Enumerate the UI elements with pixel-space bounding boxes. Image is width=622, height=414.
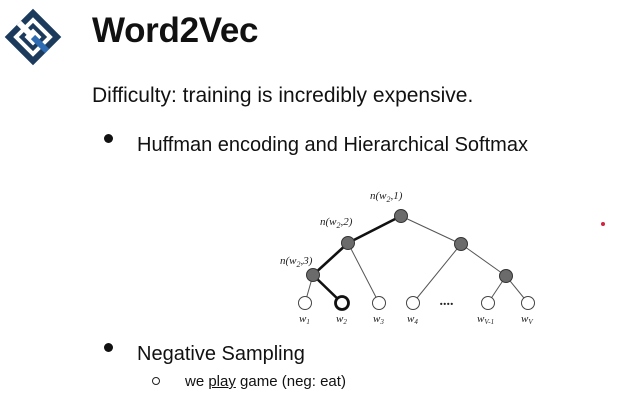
node-mid [341,236,355,250]
slide-title: Word2Vec [92,11,259,50]
node-root [394,209,408,223]
leaf-ellipsis: .... [440,294,454,309]
bullet-dot-icon [104,343,113,352]
bullet-huffman: Huffman encoding and Hierarchical Softma… [137,134,528,156]
leaf-label-w1: w1 [299,313,310,326]
intro-text: Difficulty: training is incredibly expen… [92,84,474,107]
bullet-negative-sampling: Negative Sampling [137,343,305,365]
leaf-label-wv: wV [521,313,533,326]
label-mid: n(w2,2) [320,216,353,230]
hierarchical-softmax-tree: n(w2,1) n(w2,2) n(w2,3) w1 w2 w3 w4 wV-1… [280,190,535,326]
leaf-label-w3: w3 [373,313,384,326]
leaf-w1 [298,296,312,310]
leaf-label-wv-1: wV-1 [477,313,494,326]
leaf-label-w2: w2 [336,313,347,326]
leaf-w2 [334,295,350,311]
label-low: n(w2,3) [280,255,313,269]
sub-text-underlined: play [208,373,236,390]
sub-text-before: we [185,373,209,390]
leaf-label-w4: w4 [407,313,418,326]
brand-logo-icon [4,8,62,66]
node-right-low [499,269,513,283]
slide: Word2Vec Difficulty: training is incredi… [0,0,622,414]
node-right [454,237,468,251]
leaf-w3 [372,296,386,310]
node-low [306,268,320,282]
sub-text-after: game (neg: eat) [235,373,346,390]
bullet-marker [104,343,113,352]
leaf-w4 [406,296,420,310]
bullet-dot-icon [104,134,113,143]
accent-dot [601,222,605,226]
bullet-marker [104,134,113,143]
tree-leaves [298,295,535,311]
label-root: n(w2,1) [370,190,403,204]
leaf-wv-1 [481,296,495,310]
sub-bullet-example: we play game (neg: eat) [185,372,346,391]
sub-bullet-circle-icon [152,377,160,385]
leaf-wv [521,296,535,310]
